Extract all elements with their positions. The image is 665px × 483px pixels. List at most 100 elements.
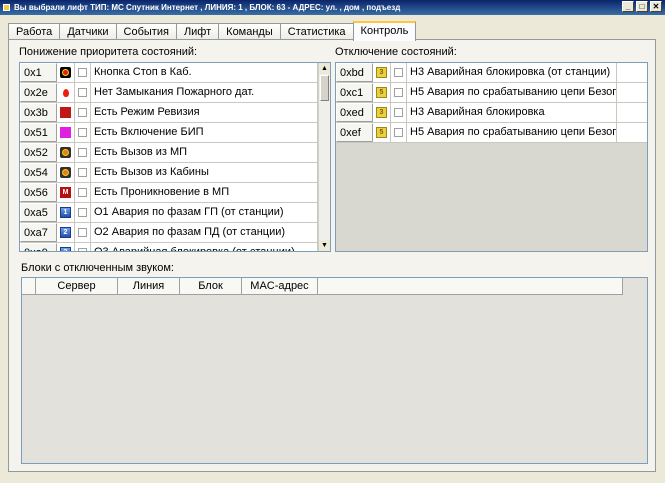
scroll-down-icon[interactable]: ▼ — [319, 240, 330, 251]
state-description: Н3 Аварийная блокировка (от станции) — [407, 63, 617, 82]
state-checkbox[interactable] — [78, 148, 87, 157]
column-header-block[interactable]: Блок — [180, 278, 242, 295]
state-description: Н5 Авария по срабатыванию цепи Безопас..… — [407, 83, 617, 102]
window-title: Вы выбрали лифт ТИП: МС Спутник Интернет… — [14, 3, 401, 12]
revision-icon — [60, 107, 71, 118]
state-checkbox-cell — [75, 83, 91, 102]
state-checkbox-cell — [75, 143, 91, 162]
list-item[interactable]: 0x54 Есть Вызов из Кабины — [20, 163, 330, 183]
state-checkbox[interactable] — [394, 68, 403, 77]
column-header-filler — [318, 278, 623, 295]
tab-sobytiya[interactable]: События — [115, 23, 177, 40]
list-item[interactable]: 0xc1 5 Н5 Авария по срабатыванию цепи Безо… — [336, 83, 647, 103]
tab-panel-kontrol: Понижение приоритета состояний: 0x1 Кнопк… — [8, 39, 656, 472]
list-item[interactable]: 0x51 Есть Включение БИП — [20, 123, 330, 143]
tab-lift[interactable]: Лифт — [175, 23, 220, 40]
state-checkbox[interactable] — [394, 88, 403, 97]
tab-datchiki[interactable]: Датчики — [59, 23, 117, 40]
state-checkbox[interactable] — [394, 128, 403, 137]
number-3-yellow-icon: 3 — [376, 67, 387, 78]
state-checkbox[interactable] — [78, 108, 87, 117]
state-description: Есть Вызов из Кабины — [91, 163, 318, 182]
state-checkbox[interactable] — [78, 228, 87, 237]
list-item[interactable]: 0xa7 2 О2 Авария по фазам ПД (от станции) — [20, 223, 330, 243]
column-header-line[interactable]: Линия — [118, 278, 180, 295]
state-code: 0xa9 — [20, 243, 57, 251]
muted-blocks-table[interactable]: Сервер Линия Блок MAC-адрес — [21, 277, 648, 464]
state-code: 0x2e — [20, 83, 57, 102]
state-icon-cell — [57, 83, 75, 102]
tab-rabota[interactable]: Работа — [8, 23, 61, 40]
state-checkbox-cell — [75, 243, 91, 251]
state-checkbox[interactable] — [78, 88, 87, 97]
state-checkbox-cell — [391, 123, 407, 142]
state-code: 0x1 — [20, 63, 57, 82]
priority-list-scrollbar[interactable]: ▲ ▼ — [318, 63, 330, 251]
list-item[interactable]: 0x56 M Есть Проникновение в МП — [20, 183, 330, 203]
close-button[interactable]: ✕ — [650, 1, 662, 12]
state-description: Есть Включение БИП — [91, 123, 318, 142]
state-description: Есть Режим Ревизия — [91, 103, 318, 122]
state-description: О2 Авария по фазам ПД (от станции) — [91, 223, 318, 242]
state-description: Н5 Авария по срабатыванию цепи Безопас..… — [407, 123, 617, 142]
minimize-button[interactable]: _ — [622, 1, 634, 12]
maximize-button[interactable]: □ — [636, 1, 648, 12]
state-checkbox[interactable] — [78, 188, 87, 197]
muted-section-label: Блоки с отключенным звуком: — [21, 262, 174, 274]
list-item[interactable]: 0xef 5 Н5 Авария по срабатыванию цепи Безо… — [336, 123, 647, 143]
state-checkbox-cell — [75, 123, 91, 142]
state-checkbox-cell — [75, 203, 91, 222]
state-icon-cell — [57, 163, 75, 182]
state-icon-cell — [57, 63, 75, 82]
tab-kontrol[interactable]: Контроль — [352, 21, 417, 41]
state-icon-cell: 3 — [373, 103, 391, 122]
list-item[interactable]: 0x1 Кнопка Стоп в Каб. — [20, 63, 330, 83]
state-code: 0x52 — [20, 143, 57, 162]
fire-icon — [60, 87, 71, 98]
tab-strip: Работа Датчики События Лифт Команды Стат… — [8, 21, 417, 41]
state-code: 0xed — [336, 103, 373, 122]
number-2-icon: 2 — [60, 227, 71, 238]
state-checkbox-cell — [75, 163, 91, 182]
scroll-thumb[interactable] — [320, 75, 329, 101]
state-icon-cell: 3 — [373, 63, 391, 82]
state-checkbox[interactable] — [78, 208, 87, 217]
state-checkbox[interactable] — [78, 248, 87, 251]
state-checkbox-cell — [391, 83, 407, 102]
state-checkbox[interactable] — [78, 68, 87, 77]
state-checkbox[interactable] — [78, 128, 87, 137]
state-code: 0xa7 — [20, 223, 57, 242]
state-code: 0x54 — [20, 163, 57, 182]
column-header-server[interactable]: Сервер — [36, 278, 118, 295]
priority-list[interactable]: 0x1 Кнопка Стоп в Каб. 0x2e Нет Замыкания П… — [19, 62, 331, 252]
list-item[interactable]: 0xa93 О3 Аварийная блокировка (от станции… — [20, 243, 330, 251]
state-checkbox[interactable] — [78, 168, 87, 177]
call-icon — [60, 147, 71, 158]
call-icon — [60, 167, 71, 178]
state-checkbox-cell — [75, 183, 91, 202]
state-code: 0x3b — [20, 103, 57, 122]
tab-komandy[interactable]: Команды — [218, 23, 281, 40]
scroll-up-icon[interactable]: ▲ — [319, 63, 330, 74]
list-item[interactable]: 0xed 3 Н3 Аварийная блокировка — [336, 103, 647, 123]
state-description: Кнопка Стоп в Каб. — [91, 63, 318, 82]
state-code: 0xef — [336, 123, 373, 142]
list-item[interactable]: 0x52 Есть Вызов из МП — [20, 143, 330, 163]
list-item[interactable]: 0x3b Есть Режим Ревизия — [20, 103, 330, 123]
list-item[interactable]: 0xbd 3 Н3 Аварийная блокировка (от станции… — [336, 63, 647, 83]
state-icon-cell — [57, 103, 75, 122]
state-description: Есть Вызов из МП — [91, 143, 318, 162]
column-header-mac[interactable]: MAC-адрес — [242, 278, 318, 295]
number-3-icon: 3 — [60, 247, 71, 251]
tab-statistika[interactable]: Статистика — [279, 23, 354, 40]
list-item[interactable]: 0x2e Нет Замыкания Пожарного дат. — [20, 83, 330, 103]
state-icon-cell: 5 — [373, 83, 391, 102]
list-item[interactable]: 0xa5 1 О1 Авария по фазам ГП (от станции) — [20, 203, 330, 223]
state-code: 0xa5 — [20, 203, 57, 222]
state-icon-cell: 1 — [57, 203, 75, 222]
state-checkbox[interactable] — [394, 108, 403, 117]
state-icon-cell: 3 — [57, 243, 75, 251]
disable-list[interactable]: 0xbd 3 Н3 Аварийная блокировка (от станции… — [335, 62, 648, 252]
stop-icon — [60, 67, 71, 78]
window-title-bar: Вы выбрали лифт ТИП: МС Спутник Интернет… — [0, 0, 665, 15]
